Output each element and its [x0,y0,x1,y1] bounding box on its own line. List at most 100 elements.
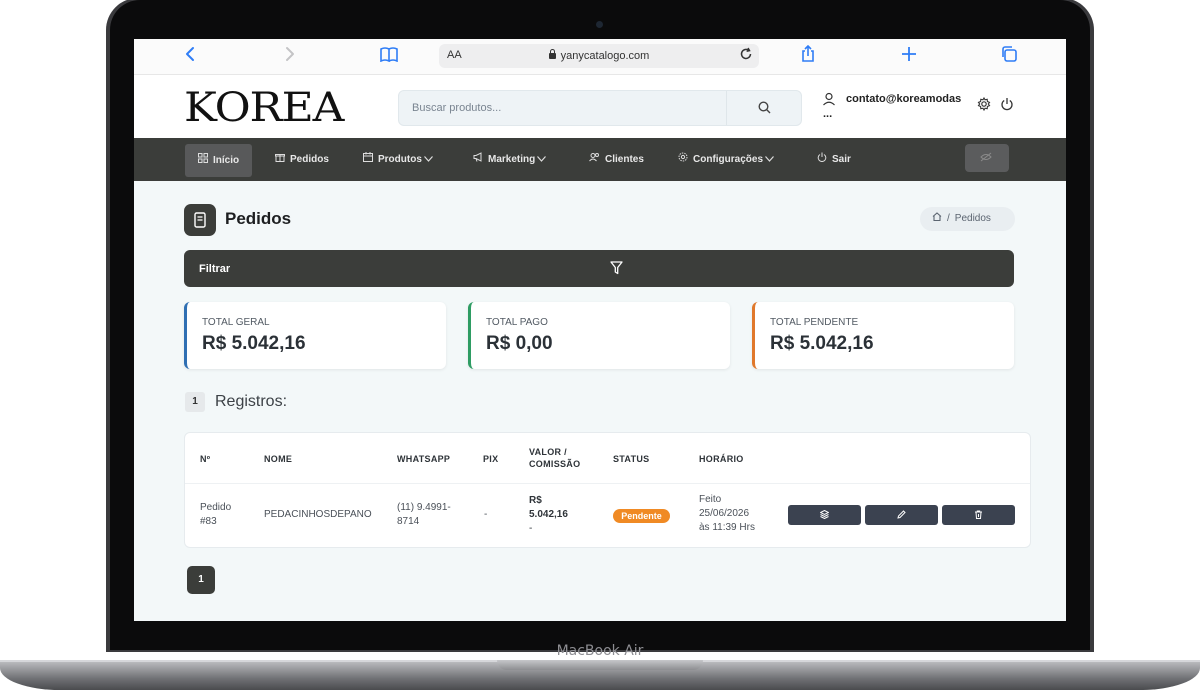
user-email[interactable]: contato@koreamodas [846,93,961,105]
filter-label: Filtrar [199,263,231,275]
eye-off-icon [980,152,992,164]
reload-icon[interactable] [739,47,753,64]
column-header-horario: HORÁRIO [699,454,744,464]
total-pendente-card: TOTAL PENDENTE R$ 5.042,16 [752,302,1014,369]
order-number-line1: Pedido [200,502,232,513]
nav-item-pedidos[interactable]: Pedidos [275,138,329,181]
pencil-icon [897,510,906,519]
horario-line3: às 11:39 Hrs [699,522,755,533]
cell-customer-name: PEDACINHOSDEPANO [264,509,372,520]
row-divider [185,483,1030,484]
browser-toolbar: AA yanycatalogo.com [134,39,1066,75]
horario-line1: Feito [699,494,722,505]
chevron-down-icon [765,138,774,181]
cell-valor: R$ 5.042,16 - [529,494,568,536]
records-count-badge: 1 [185,392,205,412]
column-header-status: STATUS [613,454,650,464]
filter-toggle-bar[interactable]: Filtrar [184,250,1014,287]
gift-icon [275,138,285,181]
search-input[interactable]: Buscar produtos... [398,90,802,126]
column-header-valor-line2: COMISSÃO [529,459,581,469]
nav-label: Marketing [488,154,536,165]
total-geral-card: TOTAL GERAL R$ 5.042,16 [184,302,446,369]
breadcrumb: / Pedidos [920,207,1015,231]
nav-item-sair[interactable]: Sair [817,138,851,181]
total-pago-card: TOTAL PAGO R$ 0,00 [468,302,730,369]
search-placeholder: Buscar produtos... [412,102,502,114]
column-header-whatsapp: WHATSAPP [397,454,451,464]
whatsapp-line1: (11) 9.4991- [397,502,451,513]
nav-label: Sair [832,154,851,165]
bookmarks-icon[interactable] [379,45,399,67]
nav-label: Início [213,155,240,166]
screen: AA yanycatalogo.com KOREA Buscar produto… [134,39,1066,621]
records-label: Registros: [215,393,288,410]
cell-pix: - [484,509,488,520]
laptop-notch [497,660,703,670]
search-icon [758,101,771,114]
visibility-toggle-button[interactable] [965,144,1009,172]
orders-table: Nº NOME WHATSAPP PIX VALOR / COMISSÃO ST… [184,432,1031,548]
grid-icon [198,144,208,177]
pagination-page-button[interactable]: 1 [187,566,215,594]
cell-order-number: Pedido #83 [200,501,231,529]
chevron-down-icon [423,138,433,181]
forward-icon[interactable] [284,45,296,67]
page-title: Pedidos [225,209,292,228]
breadcrumb-current: Pedidos [954,213,991,224]
valor-commission: - [529,523,533,534]
back-icon[interactable] [184,45,196,67]
main-nav: Início Pedidos Produtos Marketing Client… [134,138,1066,181]
lock-icon [548,49,556,59]
nav-label: Produtos [378,154,422,165]
layers-icon [820,510,829,519]
filter-icon [610,261,623,275]
order-number-line2: #83 [200,516,217,527]
user-more: ... [823,108,833,120]
column-header-pix: PIX [483,454,499,464]
settings-gear-icon[interactable] [977,97,991,111]
megaphone-icon [473,138,483,181]
nav-item-configuracoes[interactable]: Configurações [678,138,774,181]
nav-label: Configurações [693,154,764,165]
site-header: KOREA Buscar produtos... contato@koreamo… [134,75,1066,138]
nav-item-clientes[interactable]: Clientes [589,138,644,181]
user-icon[interactable] [822,92,836,106]
logout-power-icon[interactable] [1000,97,1014,111]
card-value: R$ 5.042,16 [202,333,306,354]
view-order-button[interactable] [788,505,861,525]
trash-icon [975,510,982,519]
valor-currency: R$ [529,495,542,506]
column-header-valor: VALOR / COMISSÃO [529,446,580,470]
card-value: R$ 5.042,16 [770,333,874,354]
new-tab-icon[interactable] [901,45,917,67]
search-button[interactable] [726,91,801,125]
nav-item-produtos[interactable]: Produtos [363,138,433,181]
nav-label: Clientes [605,154,644,165]
gear-icon [678,138,688,181]
card-label: TOTAL PAGO [486,317,548,328]
card-label: TOTAL GERAL [202,317,270,328]
delete-order-button[interactable] [942,505,1015,525]
url-field[interactable]: AA yanycatalogo.com [439,44,759,68]
brand-logo[interactable]: KOREA [184,85,344,131]
url-text: yanycatalogo.com [560,50,650,62]
card-value: R$ 0,00 [486,333,553,354]
cell-horario: Feito 25/06/2026 às 11:39 Hrs [699,493,755,535]
edit-order-button[interactable] [865,505,938,525]
column-header-num: Nº [200,454,211,464]
power-icon [817,138,827,181]
share-icon[interactable] [800,44,816,68]
chevron-down-icon [537,138,547,181]
model-label: MacBook Air [556,643,644,659]
column-header-valor-line1: VALOR / [529,447,567,457]
status-badge: Pendente [613,509,670,523]
users-icon [589,138,600,181]
home-icon[interactable] [932,212,942,224]
nav-item-inicio[interactable]: Início [185,144,253,177]
nav-item-marketing[interactable]: Marketing [473,138,547,181]
calendar-icon [363,138,373,181]
cell-whatsapp[interactable]: (11) 9.4991- 8714 [397,501,451,529]
tabs-icon[interactable] [1000,45,1018,68]
column-header-name: NOME [264,454,293,464]
